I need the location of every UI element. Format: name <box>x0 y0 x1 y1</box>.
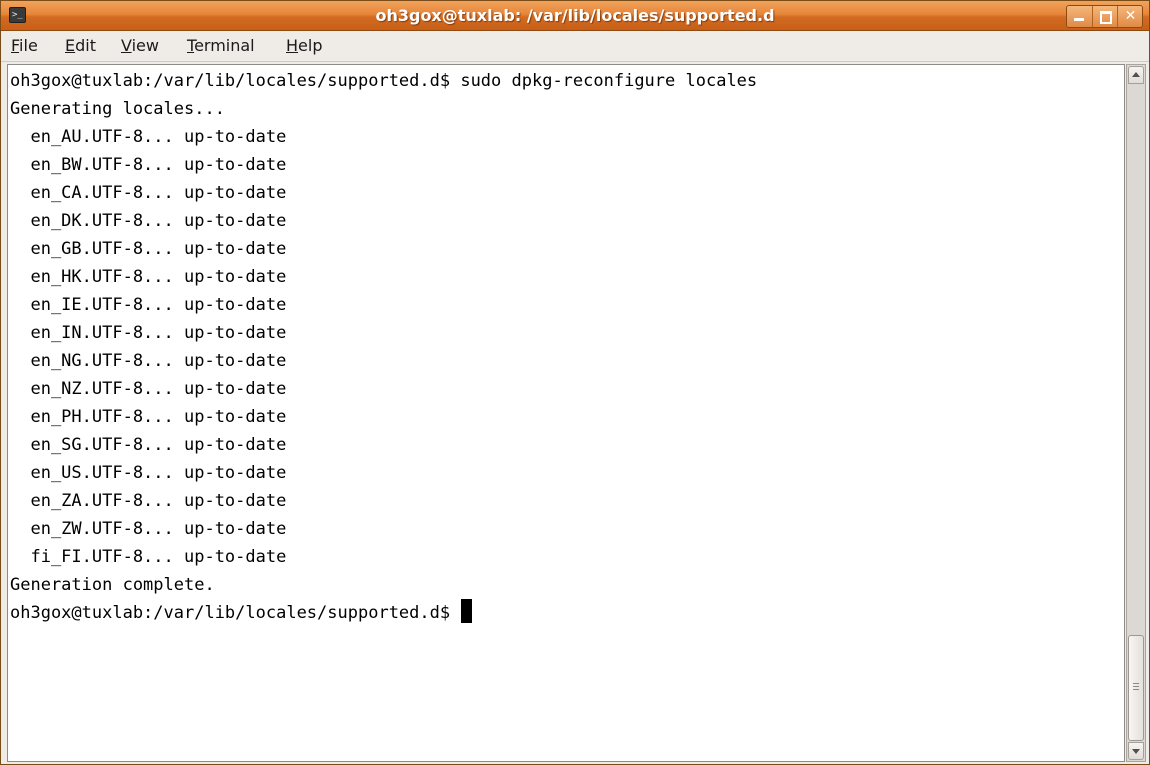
terminal-line: en_NZ.UTF-8... up-to-date <box>30 379 287 399</box>
terminal-line: en_ZA.UTF-8... up-to-date <box>30 491 287 511</box>
title-bar[interactable]: >_ oh3gox@tuxlab: /var/lib/locales/suppo… <box>1 1 1149 31</box>
menu-help[interactable]: Help <box>286 31 322 61</box>
terminal-line: en_SG.UTF-8... up-to-date <box>30 435 287 455</box>
chevron-up-icon <box>1132 72 1140 77</box>
prompt: oh3gox@tuxlab:/var/lib/locales/supported… <box>10 603 461 623</box>
terminal-line: Generating locales... <box>10 99 225 119</box>
grip-line <box>1133 683 1139 684</box>
close-button[interactable]: ✕ <box>1117 6 1142 27</box>
terminal-line: en_IN.UTF-8... up-to-date <box>30 323 287 343</box>
menu-terminal[interactable]: Terminal <box>187 31 255 61</box>
terminal-line: fi_FI.UTF-8... up-to-date <box>30 547 287 567</box>
close-icon: ✕ <box>1124 8 1137 24</box>
vertical-scrollbar[interactable] <box>1126 64 1146 762</box>
minimize-icon <box>1074 18 1084 21</box>
terminal-line: en_CA.UTF-8... up-to-date <box>30 183 287 203</box>
scroll-up-button[interactable] <box>1128 66 1144 84</box>
terminal-line: en_BW.UTF-8... up-to-date <box>30 155 287 175</box>
scroll-down-button[interactable] <box>1128 742 1144 760</box>
terminal-line: en_PH.UTF-8... up-to-date <box>30 407 287 427</box>
maximize-button[interactable] <box>1092 6 1117 27</box>
window-title: oh3gox@tuxlab: /var/lib/locales/supporte… <box>375 6 775 25</box>
maximize-icon <box>1100 11 1112 24</box>
terminal-line: en_NG.UTF-8... up-to-date <box>30 351 287 371</box>
menu-edit[interactable]: Edit <box>65 31 96 61</box>
terminal-output[interactable]: oh3gox@tuxlab:/var/lib/locales/supported… <box>7 64 1125 762</box>
terminal-line: oh3gox@tuxlab:/var/lib/locales/supported… <box>10 71 758 91</box>
grip-line <box>1133 686 1139 687</box>
terminal-line: en_DK.UTF-8... up-to-date <box>30 211 287 231</box>
terminal-line: en_US.UTF-8... up-to-date <box>30 463 287 483</box>
minimize-button[interactable] <box>1067 6 1092 27</box>
terminal-line: en_GB.UTF-8... up-to-date <box>30 239 287 259</box>
text-cursor <box>461 599 473 623</box>
grip-line <box>1133 689 1139 690</box>
terminal-line: en_AU.UTF-8... up-to-date <box>30 127 287 147</box>
terminal-line: en_IE.UTF-8... up-to-date <box>30 295 287 315</box>
terminal-line: en_HK.UTF-8... up-to-date <box>30 267 287 287</box>
menu-bar: File Edit View Terminal Help <box>1 31 1149 62</box>
chevron-down-icon <box>1132 749 1140 754</box>
menu-file[interactable]: File <box>11 31 38 61</box>
menu-view[interactable]: View <box>121 31 159 61</box>
scrollbar-thumb[interactable] <box>1128 635 1144 741</box>
terminal-line: en_ZW.UTF-8... up-to-date <box>30 519 287 539</box>
terminal-window: >_ oh3gox@tuxlab: /var/lib/locales/suppo… <box>0 0 1150 765</box>
terminal-line: Generation complete. <box>10 575 215 595</box>
window-controls: ✕ <box>1066 5 1143 28</box>
terminal-text: oh3gox@tuxlab:/var/lib/locales/supported… <box>10 67 757 627</box>
